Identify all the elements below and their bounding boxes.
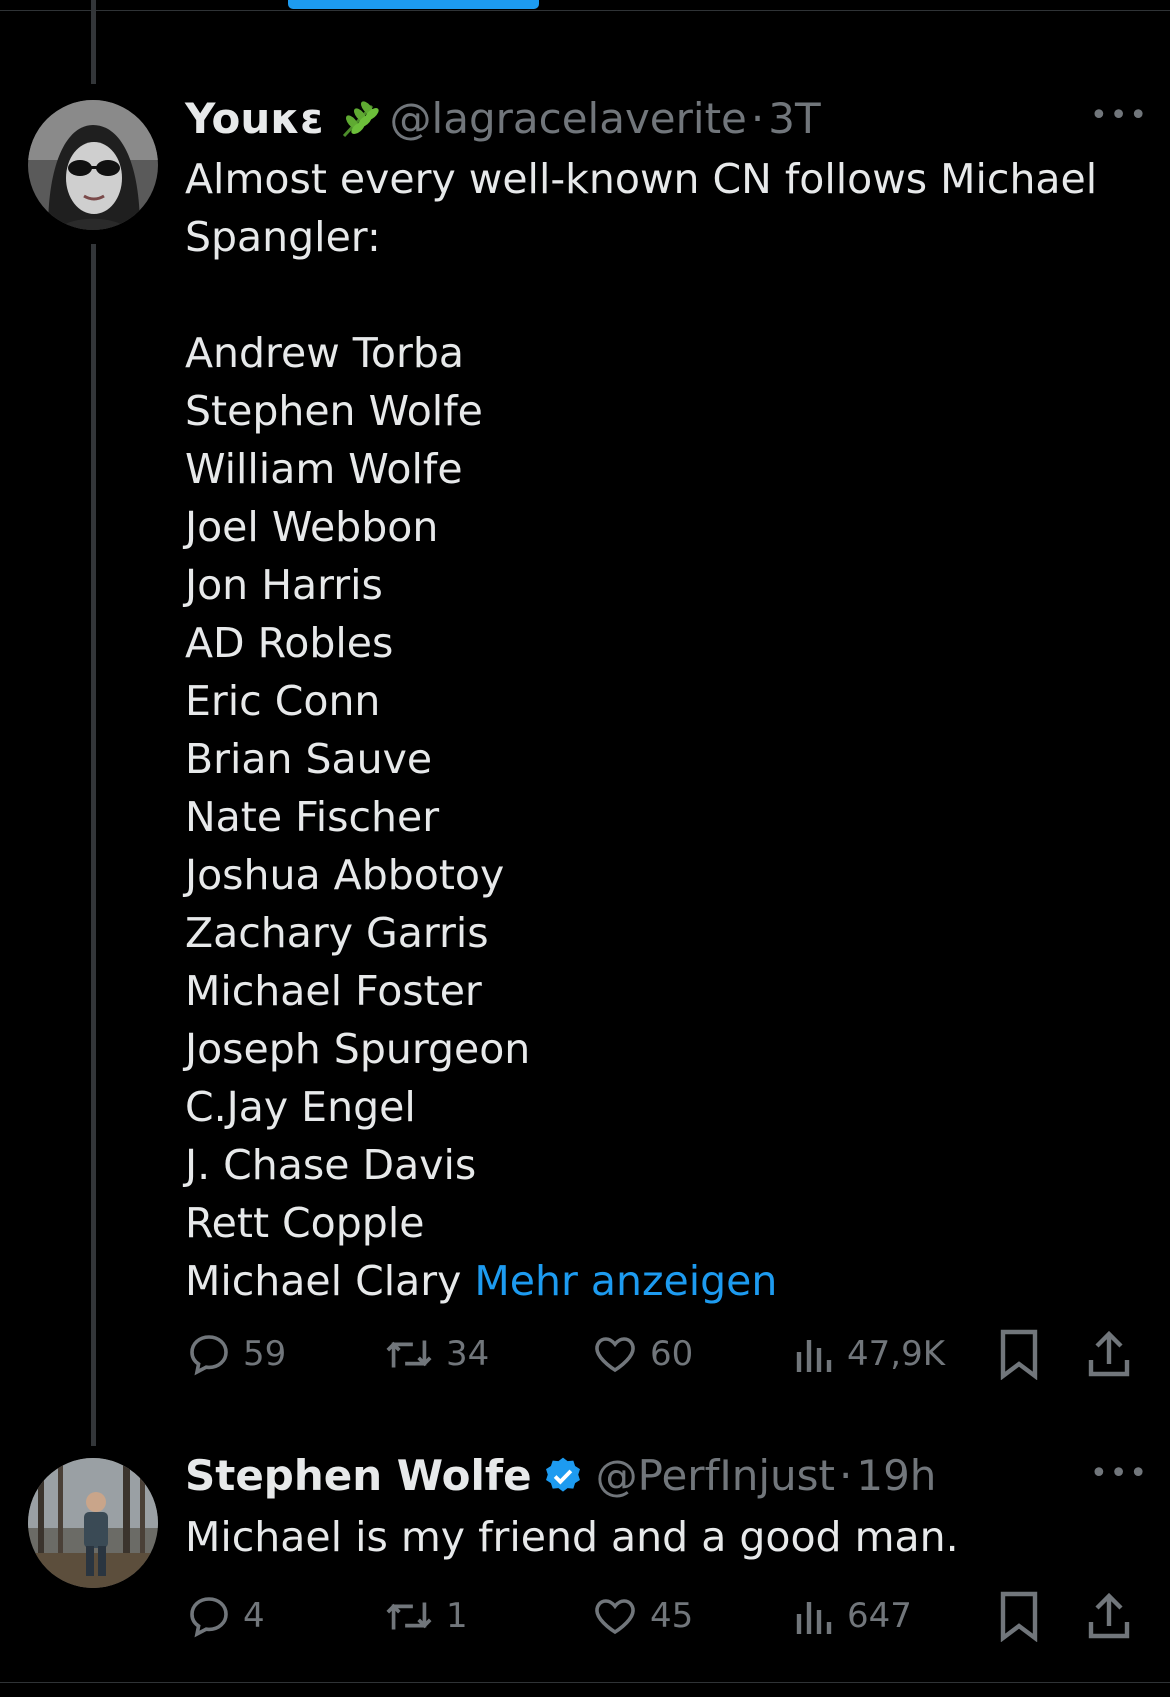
reply-icon — [190, 1597, 228, 1638]
share-icon — [1088, 1592, 1130, 1639]
reply-button[interactable]: 59 — [185, 1326, 286, 1382]
tweet-actions: 59 34 60 47,9K — [185, 1326, 1135, 1382]
retweet-count: 1 — [446, 1596, 468, 1636]
separator-dot: · — [750, 94, 765, 143]
display-name[interactable]: Stephen Wolfe — [185, 1451, 532, 1501]
show-more-link[interactable]: Mehr anzeigen — [474, 1257, 777, 1305]
name-list-item: Andrew Torba — [185, 329, 464, 377]
last-name: Michael Clary — [185, 1257, 462, 1305]
retweet-button[interactable]: 34 — [382, 1326, 489, 1382]
name-list-item: Rett Copple — [185, 1199, 425, 1247]
share-icon — [1088, 1330, 1130, 1377]
views-icon — [796, 1340, 832, 1372]
reply-button[interactable]: 4 — [185, 1588, 265, 1644]
name-list-item: Michael Foster — [185, 967, 482, 1015]
tweet-text-intro: Almost every well-known CN follows Micha… — [185, 155, 1098, 261]
avatar[interactable] — [28, 100, 158, 230]
name-list-item: Zachary Garris — [185, 909, 489, 957]
avatar[interactable] — [28, 1458, 158, 1588]
reply-count: 4 — [243, 1596, 265, 1636]
thread-line — [91, 244, 96, 1446]
view-count: 47,9K — [847, 1334, 945, 1374]
name-list-item: Nate Fischer — [185, 793, 440, 841]
separator-dot: · — [839, 1451, 853, 1500]
tweet-last-line: Michael Clary Mehr anzeigen — [185, 1252, 777, 1310]
retweet-count: 34 — [446, 1334, 490, 1374]
scroll-indicator — [288, 0, 539, 9]
name-list-item: William Wolfe — [185, 445, 463, 493]
tweet-header: Stephen Wolfe @PerfInjust · 19h — [185, 1451, 936, 1501]
bookmark-button[interactable] — [997, 1326, 1041, 1382]
name-list-item: Brian Sauve — [185, 735, 433, 783]
share-button[interactable] — [1085, 1588, 1133, 1644]
handle[interactable]: @PerfInjust — [596, 1451, 835, 1501]
bookmark-icon — [1000, 1329, 1038, 1380]
timestamp[interactable]: 19h — [856, 1451, 936, 1501]
retweet-icon — [386, 1602, 432, 1630]
views-button[interactable]: 647 — [793, 1588, 912, 1644]
name-list-item: Joshua Abbotoy — [185, 851, 505, 899]
name-list-item: Joel Webbon — [185, 503, 439, 551]
thread-line-top — [91, 0, 96, 84]
like-button[interactable]: 45 — [590, 1588, 693, 1644]
views-button[interactable]: 47,9K — [793, 1326, 945, 1382]
retweet-button[interactable]: 1 — [382, 1588, 468, 1644]
retweet-icon — [386, 1340, 432, 1368]
reply-icon — [190, 1335, 228, 1376]
name-list-item: J. Chase Davis — [185, 1141, 477, 1189]
bookmark-icon — [1000, 1591, 1038, 1642]
like-count: 60 — [650, 1334, 694, 1374]
bookmark-button[interactable] — [997, 1588, 1041, 1644]
reply-count: 59 — [243, 1334, 287, 1374]
herb-icon — [338, 98, 380, 140]
views-icon — [796, 1602, 832, 1634]
tweet-separator — [0, 1682, 1170, 1683]
name-list-item: Eric Conn — [185, 677, 381, 725]
more-options-icon[interactable]: ••• — [1090, 98, 1149, 133]
tweet-header: Youκε @lagracelaverite · 3T — [185, 94, 821, 144]
name-list-item: Joseph Spurgeon — [185, 1025, 531, 1073]
like-button[interactable]: 60 — [590, 1326, 693, 1382]
handle[interactable]: @lagracelaverite — [390, 94, 747, 144]
name-list-item: AD Robles — [185, 619, 394, 667]
name-list-item: Stephen Wolfe — [185, 387, 483, 435]
share-button[interactable] — [1085, 1326, 1133, 1382]
name-list-item: C.Jay Engel — [185, 1083, 416, 1131]
tweet-name-list: Andrew Torba Stephen Wolfe William Wolfe Jo… — [185, 324, 530, 1252]
display-name[interactable]: Youκε — [185, 94, 324, 144]
tweet-text: Michael is my friend and a good man. — [185, 1513, 959, 1561]
name-list-item: Jon Harris — [185, 561, 383, 609]
heart-icon — [595, 1337, 635, 1373]
previous-tweet-action-bar — [0, 0, 1170, 11]
verified-badge-icon — [542, 1455, 584, 1497]
tweet-actions: 4 1 45 647 — [185, 1588, 1135, 1644]
like-count: 45 — [650, 1596, 694, 1636]
timestamp[interactable]: 3T — [768, 94, 820, 144]
more-options-icon[interactable]: ••• — [1090, 1456, 1149, 1491]
view-count: 647 — [847, 1596, 912, 1636]
heart-icon — [595, 1599, 635, 1635]
